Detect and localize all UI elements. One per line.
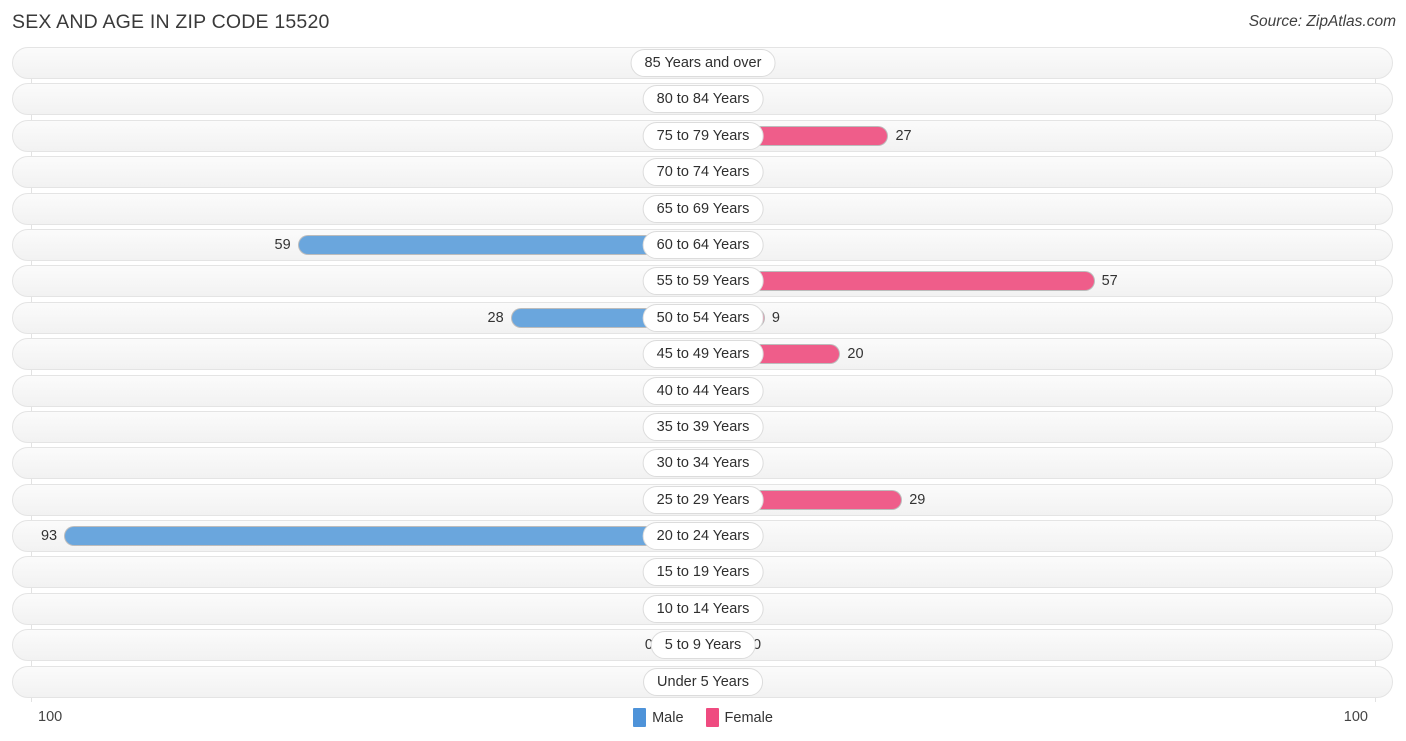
male-bar <box>64 526 703 547</box>
chart-row: 0030 to 34 Years <box>0 447 1406 480</box>
source-attribution: Source: ZipAtlas.com <box>1248 13 1396 30</box>
chart-rows: 0085 Years and over0080 to 84 Years02775… <box>0 47 1406 702</box>
legend-swatch-icon <box>705 708 719 727</box>
female-value-label: 9 <box>771 309 780 326</box>
age-group-label: 55 to 59 Years <box>642 267 764 296</box>
age-group-label: 75 to 79 Years <box>642 121 764 150</box>
male-value-label: 93 <box>40 528 58 545</box>
chart-header: SEX AND AGE IN ZIP CODE 15520 Source: Zi… <box>0 0 1406 47</box>
legend-label: Male <box>652 709 684 726</box>
chart-row: 005 to 9 Years <box>0 629 1406 662</box>
age-group-label: Under 5 Years <box>643 667 763 696</box>
age-group-label: 10 to 14 Years <box>642 594 764 623</box>
age-group-label: 85 Years and over <box>630 49 776 77</box>
age-group-label: 65 to 69 Years <box>642 194 764 223</box>
age-group-label: 40 to 44 Years <box>642 376 764 405</box>
chart-row: 0080 to 84 Years <box>0 83 1406 116</box>
chart-row: 05755 to 59 Years <box>0 265 1406 298</box>
plot-area: 0085 Years and over0080 to 84 Years02775… <box>0 47 1406 702</box>
male-value-label: 28 <box>487 309 504 326</box>
chart-row: 02925 to 29 Years <box>0 483 1406 516</box>
age-group-label: 35 to 39 Years <box>642 412 764 441</box>
legend-label: Female <box>724 709 773 726</box>
chart-row: 59060 to 64 Years <box>0 228 1406 261</box>
chart-row: 0085 Years and over <box>0 47 1406 79</box>
age-group-label: 80 to 84 Years <box>642 85 764 114</box>
male-value-label: 59 <box>274 236 291 253</box>
female-value-label: 27 <box>895 127 912 144</box>
chart-row: 02045 to 49 Years <box>0 338 1406 371</box>
female-value-label: 20 <box>847 346 864 363</box>
age-group-label: 25 to 29 Years <box>642 485 764 514</box>
age-group-label: 45 to 49 Years <box>642 340 764 369</box>
chart-row: 0065 to 69 Years <box>0 192 1406 225</box>
female-value-label: 57 <box>1101 273 1118 290</box>
chart-row: 0070 to 74 Years <box>0 156 1406 189</box>
population-pyramid-chart: SEX AND AGE IN ZIP CODE 15520 Source: Zi… <box>0 0 1406 741</box>
chart-row: 0040 to 44 Years <box>0 374 1406 407</box>
age-group-label: 50 to 54 Years <box>642 303 764 332</box>
chart-row: 28 9 50 to 54 Years <box>0 301 1406 334</box>
age-group-label: 5 to 9 Years <box>650 631 756 660</box>
chart-row: 93020 to 24 Years <box>0 520 1406 553</box>
page-title: SEX AND AGE IN ZIP CODE 15520 <box>12 11 330 33</box>
age-group-label: 70 to 74 Years <box>642 158 764 187</box>
chart-footer: 100 100 Male Female <box>0 702 1406 741</box>
chart-row: 00Under 5 Years <box>0 665 1406 698</box>
chart-row: 0035 to 39 Years <box>0 410 1406 443</box>
age-group-label: 15 to 19 Years <box>642 558 764 587</box>
age-group-label: 30 to 34 Years <box>642 449 764 478</box>
age-group-label: 20 to 24 Years <box>642 522 764 551</box>
legend-item[interactable]: Female <box>705 708 773 727</box>
chart-legend: Male Female <box>0 708 1406 727</box>
legend-swatch-icon <box>633 708 647 727</box>
female-value-label: 29 <box>909 491 926 508</box>
chart-row: 0015 to 19 Years <box>0 556 1406 589</box>
age-group-label: 60 to 64 Years <box>642 230 764 259</box>
chart-row: 02775 to 79 Years <box>0 119 1406 152</box>
legend-item[interactable]: Male <box>633 708 684 727</box>
chart-row: 0010 to 14 Years <box>0 592 1406 625</box>
